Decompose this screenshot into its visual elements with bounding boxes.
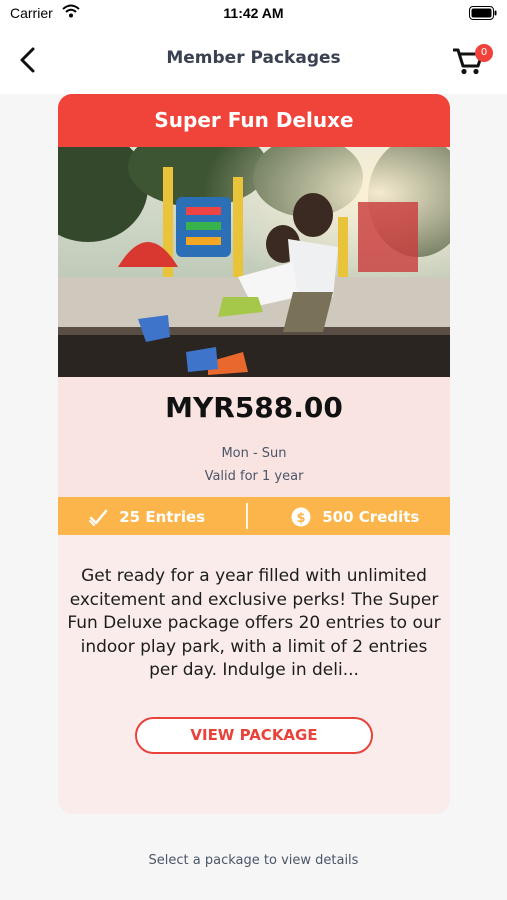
package-name: Super Fun Deluxe bbox=[58, 94, 450, 147]
package-card[interactable]: Super Fun Deluxe MYR588.00 Mon - Sun Val… bbox=[58, 94, 450, 814]
package-photo bbox=[58, 147, 450, 377]
price-section: MYR588.00 Mon - Sun Valid for 1 year bbox=[58, 377, 450, 497]
credits-label: 500 Credits bbox=[322, 508, 420, 526]
page-title: Member Packages bbox=[166, 48, 341, 68]
status-bar: Carrier 11:42 AM bbox=[0, 0, 507, 28]
credits-stat: $ 500 Credits bbox=[291, 507, 419, 527]
entries-label: 25 Entries bbox=[119, 508, 206, 526]
nav-bar: Member Packages 0 bbox=[0, 28, 507, 94]
entries-stat: 25 Entries bbox=[88, 507, 205, 527]
checkmark-icon bbox=[89, 509, 108, 526]
svg-text:$: $ bbox=[296, 511, 305, 526]
clock-time: 11:42 AM bbox=[223, 5, 284, 21]
view-package-button[interactable]: VIEW PACKAGE bbox=[135, 717, 373, 754]
stats-divider bbox=[246, 503, 248, 529]
package-price: MYR588.00 bbox=[165, 391, 343, 424]
package-stats-bar: 25 Entries $ 500 Credits bbox=[58, 497, 450, 535]
battery-icon bbox=[469, 6, 497, 20]
dollar-coin-icon: $ bbox=[291, 507, 311, 527]
package-description: Get ready for a year filled with unlimit… bbox=[67, 566, 441, 680]
select-package-hint: Select a package to view details bbox=[148, 853, 359, 868]
cart-count-badge: 0 bbox=[475, 44, 493, 62]
package-validity: Valid for 1 year bbox=[204, 469, 304, 484]
package-days: Mon - Sun bbox=[221, 446, 287, 461]
